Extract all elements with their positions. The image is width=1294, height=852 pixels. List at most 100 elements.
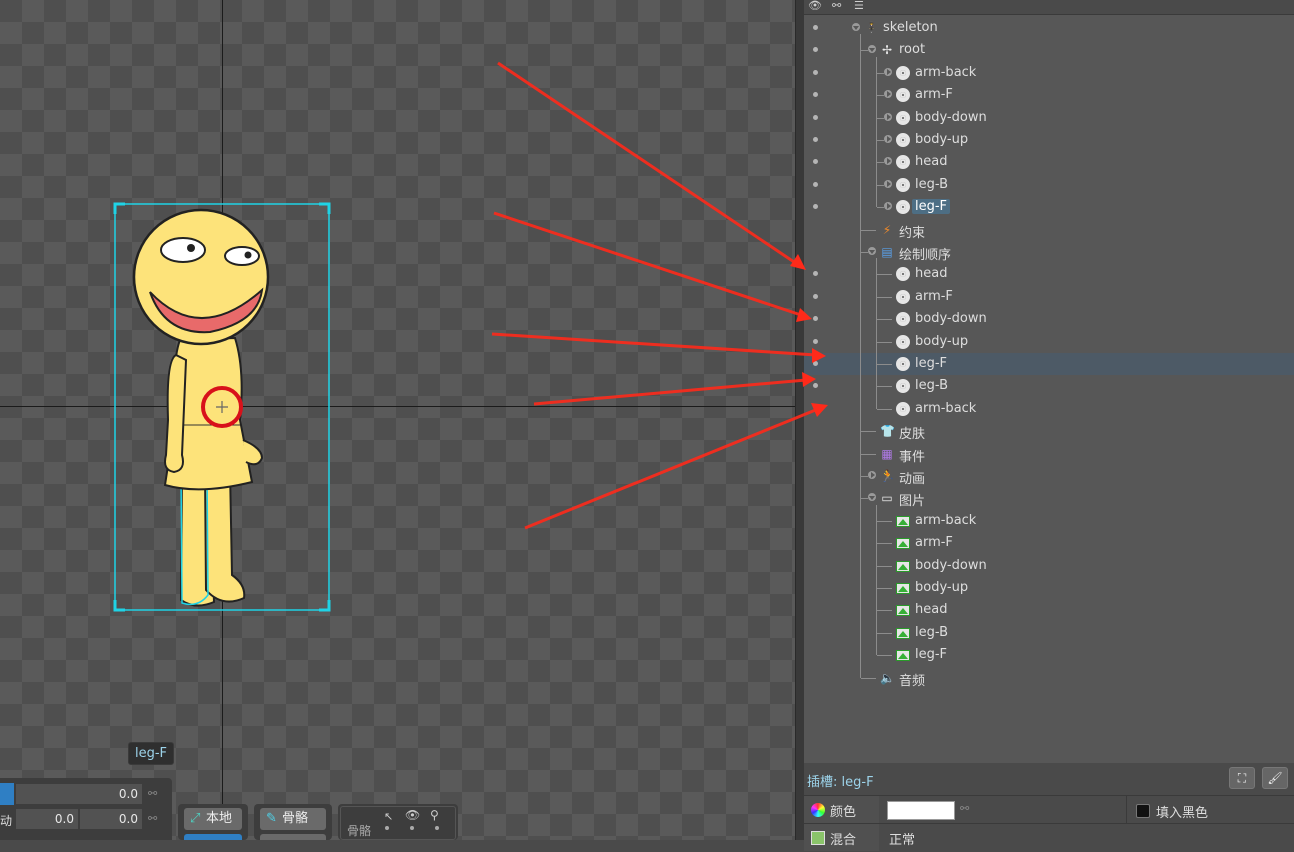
slot-icon xyxy=(896,133,910,147)
visibility-dot[interactable] xyxy=(813,137,818,142)
tree-row[interactable]: 🕴 skeleton xyxy=(804,17,1294,39)
visibility-column-icon[interactable]: 👁 xyxy=(808,0,822,12)
visibility-dot[interactable] xyxy=(813,181,818,187)
tree-row-label: body-up xyxy=(915,333,969,349)
left-eye xyxy=(160,237,206,263)
blend-mode-select[interactable]: 正常 xyxy=(889,829,915,848)
fill-black-checkbox[interactable] xyxy=(1136,804,1150,818)
expand-toggle[interactable] xyxy=(868,493,876,502)
settings-button[interactable]: 🖌 xyxy=(1262,767,1288,789)
expand-toggle[interactable] xyxy=(868,471,876,479)
link-icon[interactable]: ⚯ xyxy=(960,802,969,815)
tree-row[interactable]: leg-F xyxy=(804,353,1294,375)
blend-icon xyxy=(811,831,825,845)
expand-toggle[interactable] xyxy=(884,157,892,166)
compensate-button-group: ✎ 骨骼 xyxy=(254,804,332,840)
expand-toggle[interactable] xyxy=(884,135,892,143)
visibility-dot[interactable] xyxy=(813,92,818,98)
tree-row[interactable]: ⚡ 约束 xyxy=(804,219,1294,241)
tree-row[interactable]: leg-B xyxy=(804,174,1294,196)
filter-dot xyxy=(385,826,389,830)
tree-row[interactable]: head xyxy=(804,263,1294,285)
tree-row[interactable]: ▤ 绘制顺序 xyxy=(804,241,1294,263)
tree-row-label: 动画 xyxy=(899,472,926,487)
tree-row[interactable]: arm-F xyxy=(804,286,1294,308)
tree-row[interactable]: ▭ 图片 xyxy=(804,487,1294,509)
link-icon[interactable]: ⚯ xyxy=(148,787,157,800)
frame-view-button[interactable]: ⛶ xyxy=(1229,767,1255,789)
tree-row-label: head xyxy=(915,266,948,282)
visibility-dot[interactable] xyxy=(813,383,818,389)
visibility-dot[interactable] xyxy=(813,204,818,210)
tree-row[interactable]: arm-back xyxy=(804,398,1294,420)
tree-row[interactable]: arm-back xyxy=(804,510,1294,532)
slot-icon xyxy=(896,200,910,215)
parent-axes-button[interactable] xyxy=(184,834,242,840)
tree-row[interactable]: arm-F xyxy=(804,532,1294,554)
rotate-value-field[interactable]: 0.0 xyxy=(16,784,142,804)
tree-row-label: 约束 xyxy=(899,225,926,241)
tree-row[interactable]: body-down xyxy=(804,308,1294,330)
link-icon[interactable]: ⚯ xyxy=(148,812,157,825)
tree-row-label: 音频 xyxy=(899,673,926,689)
tree-row[interactable]: 🏃 动画 xyxy=(804,465,1294,487)
bones-column-icon[interactable]: ⚯ xyxy=(832,0,841,12)
expand-toggle[interactable] xyxy=(868,45,876,54)
tree-row[interactable]: leg-B xyxy=(804,375,1294,397)
visibility-dot[interactable] xyxy=(813,159,818,165)
visibility-dot[interactable] xyxy=(813,271,818,277)
tree-column-icon[interactable]: ☰ xyxy=(854,0,864,12)
visibility-dot[interactable] xyxy=(813,293,818,299)
expand-toggle[interactable] xyxy=(884,202,892,211)
tree-row[interactable]: body-down xyxy=(804,107,1294,129)
tree-row[interactable]: body-up xyxy=(804,331,1294,353)
visibility-dot[interactable] xyxy=(813,316,818,322)
expand-toggle[interactable] xyxy=(884,179,892,188)
character-drawing[interactable] xyxy=(0,0,795,840)
tree-row[interactable]: 👕 皮肤 xyxy=(804,420,1294,442)
expand-toggle[interactable] xyxy=(868,247,876,255)
tree-row[interactable]: leg-F xyxy=(804,644,1294,666)
tree-row[interactable]: arm-back xyxy=(804,62,1294,84)
pin-icon[interactable]: ⚲ xyxy=(430,808,439,822)
expand-toggle[interactable] xyxy=(884,67,892,76)
select-cursor-icon[interactable]: ↖ xyxy=(384,810,393,823)
visibility-dot[interactable] xyxy=(813,25,818,30)
transform-tool-panel: 转 0.0 ⚯ 动 0.0 0.0 ⚯ xyxy=(0,778,172,840)
tree-row[interactable]: 🔈 音频 xyxy=(804,667,1294,689)
images-compensate-button[interactable] xyxy=(260,834,326,840)
tree-row[interactable]: head xyxy=(804,151,1294,173)
expand-toggle[interactable] xyxy=(852,23,860,31)
image-icon xyxy=(896,515,910,527)
local-axes-button[interactable]: ⤢ 本地 xyxy=(184,808,242,830)
tree-row[interactable]: body-down xyxy=(804,555,1294,577)
visibility-dot[interactable] xyxy=(813,47,818,53)
local-axes-label: 本地 xyxy=(206,811,233,826)
canvas-viewport[interactable]: leg-F 转 0.0 ⚯ 动 0.0 0.0 ⚯ ⤢ 本地 ✎ 骨骼 骨骼 ↖… xyxy=(0,0,795,840)
tree-row[interactable]: leg-B xyxy=(804,622,1294,644)
bones-compensate-button[interactable]: ✎ 骨骼 xyxy=(260,808,326,830)
tree-row[interactable]: leg-F xyxy=(804,196,1294,218)
color-swatch[interactable] xyxy=(887,801,955,820)
constraint-icon: ⚡ xyxy=(882,222,892,237)
tree-row[interactable]: arm-F xyxy=(804,84,1294,106)
tree-row-label: arm-F xyxy=(915,535,953,551)
expand-toggle[interactable] xyxy=(884,112,892,121)
rotate-tool-tab[interactable] xyxy=(0,783,14,805)
tree-row[interactable]: body-up xyxy=(804,577,1294,599)
slot-icon xyxy=(896,110,910,125)
tree-row-label: body-up xyxy=(915,580,969,595)
tree-row[interactable]: ✢ root xyxy=(804,39,1294,61)
visibility-dot[interactable] xyxy=(813,114,818,120)
tree-row[interactable]: head xyxy=(804,599,1294,621)
visibility-dot[interactable] xyxy=(813,361,818,366)
translate-y-field[interactable]: 0.0 xyxy=(80,809,142,829)
visibility-dot[interactable] xyxy=(813,69,818,75)
eye-icon[interactable]: 👁 xyxy=(405,808,420,822)
translate-x-field[interactable]: 0.0 xyxy=(16,809,78,829)
tree-row[interactable]: ▦ 事件 xyxy=(804,443,1294,465)
audio-icon: 🔈 xyxy=(880,670,895,685)
visibility-dot[interactable] xyxy=(813,338,818,344)
expand-toggle[interactable] xyxy=(884,90,892,99)
tree-row[interactable]: body-up xyxy=(804,129,1294,151)
